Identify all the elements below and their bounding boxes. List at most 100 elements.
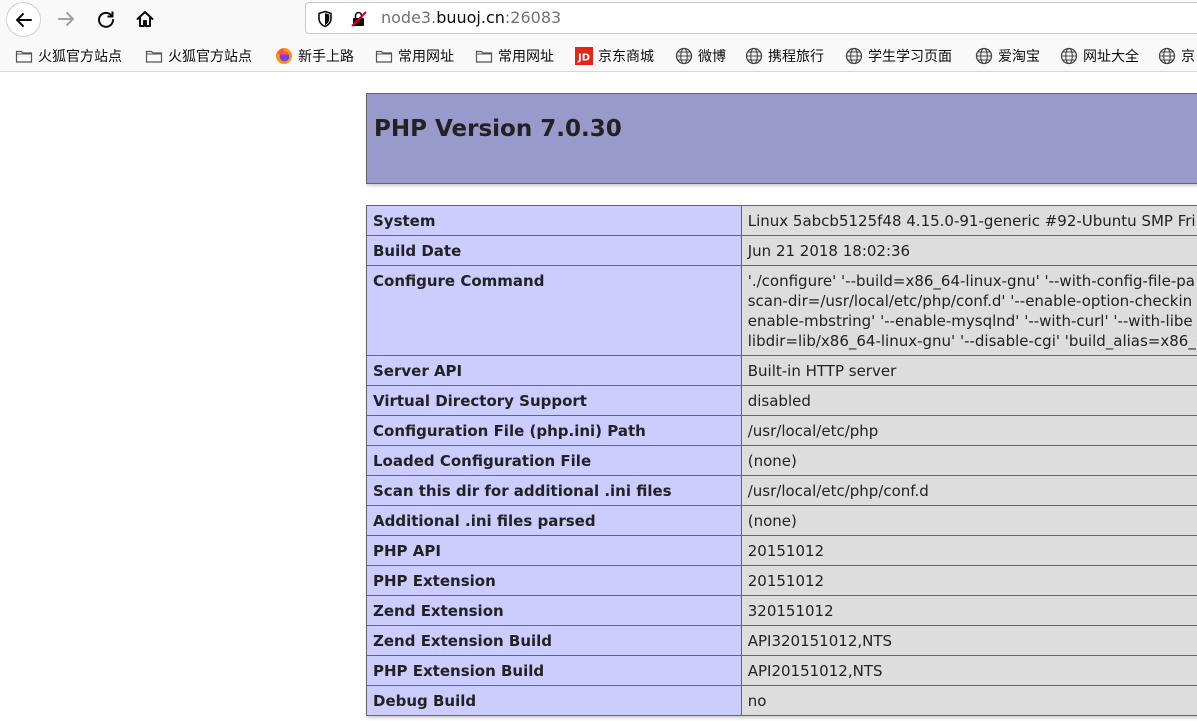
table-row: PHP API 20151012 (366, 535, 1197, 566)
info-key: Zend Extension Build (366, 625, 742, 656)
info-value: (none) (740, 445, 1197, 476)
info-value: 20151012 (740, 565, 1197, 596)
bookmark-item[interactable]: 京 (1158, 46, 1195, 66)
table-row: Configure Command './configure' '--build=… (366, 265, 1197, 356)
info-key: Additional .ini files parsed (366, 505, 742, 536)
info-key: Debug Build (366, 685, 742, 716)
firefox-icon (275, 47, 293, 65)
info-value-line: API320151012,NTS (747, 632, 893, 650)
shield-icon[interactable] (316, 10, 334, 32)
info-value-line: './configure' '--build=x86_64-linux-gnu'… (747, 272, 1195, 290)
info-value: /usr/local/etc/php/conf.d (740, 475, 1197, 506)
info-value-line: libdir=lib/x86_64-linux-gnu' '--disable-… (747, 332, 1197, 350)
bookmark-item[interactable]: 爱淘宝 (975, 46, 1040, 66)
table-row: Zend Extension Build API320151012,NTS (366, 625, 1197, 656)
bookmark-item[interactable]: 微博 (675, 46, 726, 66)
info-key: PHP Extension (366, 565, 742, 596)
info-value-line: API20151012,NTS (747, 662, 883, 680)
table-row: PHP Extension 20151012 (366, 565, 1197, 596)
folder-icon (145, 47, 163, 65)
globe-icon (1060, 47, 1078, 65)
globe-icon (675, 47, 693, 65)
url-text[interactable]: node3.buuoj.cn:26083 (381, 8, 561, 27)
url-host: buuoj.cn (436, 8, 505, 27)
table-row: Loaded Configuration File (none) (366, 445, 1197, 476)
home-icon (136, 11, 154, 27)
bookmark-item[interactable]: 常用网址 (475, 46, 554, 66)
info-value-line: 20151012 (747, 542, 825, 560)
back-button[interactable] (6, 2, 41, 37)
bookmark-label: 学生学习页面 (868, 49, 952, 65)
bookmarks-bar: 火狐官方站点 火狐官方站点 新手上路 常用网址 常用网址 JD 京东商城 微博 携程旅行 学生学习… (0, 40, 1197, 72)
bookmark-label: 新手上路 (298, 49, 354, 65)
bookmark-item[interactable]: 学生学习页面 (845, 46, 952, 66)
info-key: Scan this dir for additional .ini files (366, 475, 742, 506)
info-key: Zend Extension (366, 595, 742, 626)
info-value-line: /usr/local/etc/php (747, 422, 879, 440)
reload-button[interactable] (89, 2, 123, 36)
bookmark-item[interactable]: 网址大全 (1060, 46, 1139, 66)
info-value-line: /usr/local/etc/php/conf.d (747, 482, 929, 500)
info-value-line: scan-dir=/usr/local/etc/php/conf.d' '--e… (747, 292, 1193, 310)
info-value-line: no (747, 692, 767, 710)
arrow-left-icon (15, 12, 32, 27)
table-row: Build Date Jun 21 2018 18:02:36 (366, 235, 1197, 266)
bookmark-label: 火狐官方站点 (38, 49, 122, 65)
bookmark-label: 爱淘宝 (998, 49, 1040, 65)
bookmark-label: 京 (1181, 49, 1195, 65)
insecure-connection-icon[interactable] (350, 10, 368, 32)
bookmark-item[interactable]: JD 京东商城 (575, 46, 654, 66)
bookmark-label: 常用网址 (398, 49, 454, 65)
bookmark-item[interactable]: 新手上路 (275, 46, 354, 66)
bookmark-label: 携程旅行 (768, 49, 824, 65)
info-value-line: Jun 21 2018 18:02:36 (747, 242, 911, 260)
info-value-line: (none) (747, 452, 797, 470)
bookmark-label: 京东商城 (598, 49, 654, 65)
globe-icon (975, 47, 993, 65)
jd-icon: JD (575, 47, 593, 65)
address-bar[interactable]: node3.buuoj.cn:26083 (305, 2, 1197, 34)
info-key: PHP Extension Build (366, 655, 742, 686)
info-value-line: enable-mbstring' '--enable-mysqlnd' '--w… (747, 312, 1193, 330)
info-key: Configuration File (php.ini) Path (366, 415, 742, 446)
info-key: System (366, 205, 742, 236)
info-value: API20151012,NTS (740, 655, 1197, 686)
home-button[interactable] (128, 2, 162, 36)
table-row: Virtual Directory Support disabled (366, 385, 1197, 416)
forward-button[interactable] (49, 2, 83, 36)
url-port: :26083 (504, 8, 562, 27)
folder-icon (15, 47, 33, 65)
info-value: Built-in HTTP server (740, 355, 1197, 386)
bookmark-item[interactable]: 携程旅行 (745, 46, 824, 66)
browser-toolbar: node3.buuoj.cn:26083 (0, 0, 1197, 40)
info-value: /usr/local/etc/php (740, 415, 1197, 446)
page-title: PHP Version 7.0.30 (374, 116, 622, 142)
table-row: PHP Extension Build API20151012,NTS (366, 655, 1197, 686)
info-key: PHP API (366, 535, 742, 566)
folder-icon (375, 47, 393, 65)
table-row: System Linux 5abcb5125f48 4.15.0-91-gener… (366, 205, 1197, 236)
info-value: 320151012 (740, 595, 1197, 626)
globe-icon (745, 47, 763, 65)
info-value-line: Built-in HTTP server (747, 362, 897, 380)
info-value: 20151012 (740, 535, 1197, 566)
info-value: Jun 21 2018 18:02:36 (740, 235, 1197, 266)
info-value: no (740, 685, 1197, 716)
bookmark-label: 微博 (698, 49, 726, 65)
info-value: (none) (740, 505, 1197, 536)
bookmark-item[interactable]: 常用网址 (375, 46, 454, 66)
table-row: Configuration File (php.ini) Path/usr/lo… (366, 415, 1197, 446)
url-prefix: node3. (381, 8, 437, 27)
php-version-header: PHP Version 7.0.30 (366, 93, 1197, 184)
bookmark-item[interactable]: 火狐官方站点 (145, 46, 252, 66)
bookmark-item[interactable]: 火狐官方站点 (15, 46, 122, 66)
info-value: disabled (740, 385, 1197, 416)
bookmark-label: 网址大全 (1083, 49, 1139, 65)
globe-icon (845, 47, 863, 65)
bookmark-label: 常用网址 (498, 49, 554, 65)
php-info-table: System Linux 5abcb5125f48 4.15.0-91-gener… (366, 205, 1197, 716)
info-value: API320151012,NTS (740, 625, 1197, 656)
globe-icon (1158, 47, 1176, 65)
info-value: Linux 5abcb5125f48 4.15.0-91-generic #92… (740, 205, 1197, 236)
info-value-line: 320151012 (747, 602, 834, 620)
